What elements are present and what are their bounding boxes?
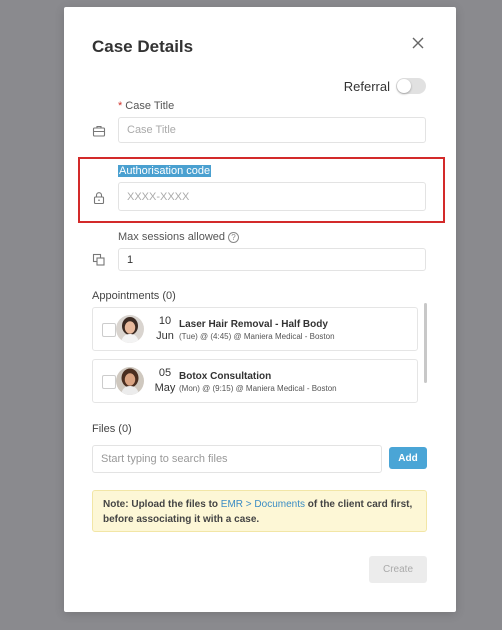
emr-documents-link[interactable]: EMR > Documents (221, 499, 305, 510)
toggle-knob (397, 79, 411, 93)
authorisation-code-input[interactable]: XXXX-XXXX (118, 182, 426, 211)
appointments-label: Appointments (0) (92, 290, 176, 302)
referral-label: Referral (343, 79, 390, 94)
case-title-input[interactable]: Case Title (118, 117, 426, 143)
appointment-date: 05 May (151, 366, 179, 396)
appointment-month: May (154, 382, 176, 394)
create-button[interactable]: Create (369, 556, 427, 583)
required-mark: * (118, 100, 123, 112)
files-search-input[interactable]: Start typing to search files (92, 445, 382, 473)
avatar (116, 315, 144, 343)
files-search-placeholder: Start typing to search files (101, 453, 228, 465)
authorisation-placeholder: XXXX-XXXX (127, 190, 190, 203)
max-sessions-input[interactable]: 1 (118, 248, 426, 271)
appointment-day: 05 (158, 367, 172, 379)
close-icon[interactable] (410, 35, 426, 51)
appointment-checkbox[interactable] (102, 375, 116, 389)
appointment-month: Jun (156, 330, 174, 342)
case-details-modal: Case Details Referral * Case Title Case T… (64, 7, 456, 612)
files-label: Files (0) (92, 423, 132, 435)
note-banner: Note: Upload the files to EMR > Document… (92, 490, 427, 532)
modal-title: Case Details (92, 37, 194, 56)
case-title-placeholder: Case Title (127, 124, 176, 136)
appointment-name: Laser Hair Removal - Half Body (179, 319, 328, 330)
appointment-date: 10 Jun (151, 314, 179, 344)
info-icon[interactable]: ? (228, 231, 239, 243)
appointment-detail: (Tue) @ (4:45) @ Maniera Medical - Bosto… (179, 332, 335, 341)
appointment-item[interactable]: 05 May Botox Consultation (Mon) @ (9:15)… (92, 359, 418, 403)
case-title-label: * Case Title (118, 100, 174, 112)
note-text-1: Upload the files to (128, 499, 221, 510)
max-sessions-value: 1 (127, 253, 134, 266)
referral-toggle[interactable] (396, 78, 426, 94)
appointments-list: 10 Jun Laser Hair Removal - Half Body (T… (92, 307, 432, 403)
briefcase-icon (92, 125, 106, 137)
max-sessions-label-text: Max sessions allowed (118, 231, 225, 243)
appointment-detail: (Mon) @ (9:15) @ Maniera Medical - Bosto… (179, 384, 337, 393)
appointment-name: Botox Consultation (179, 371, 272, 382)
avatar (116, 367, 144, 395)
authorisation-label-text: Authorisation code (118, 165, 212, 177)
max-sessions-label: Max sessions allowed? (118, 231, 239, 243)
note-prefix: Note: (103, 499, 129, 510)
case-title-label-text: Case Title (125, 100, 175, 112)
authorisation-label: Authorisation code (118, 165, 212, 177)
appointment-checkbox[interactable] (102, 323, 116, 337)
add-file-button[interactable]: Add (389, 447, 427, 469)
appointments-scrollbar[interactable] (424, 303, 427, 383)
appointment-item[interactable]: 10 Jun Laser Hair Removal - Half Body (T… (92, 307, 418, 351)
lock-icon (93, 192, 105, 205)
copy-icon (92, 253, 105, 266)
appointment-day: 10 (158, 315, 172, 327)
